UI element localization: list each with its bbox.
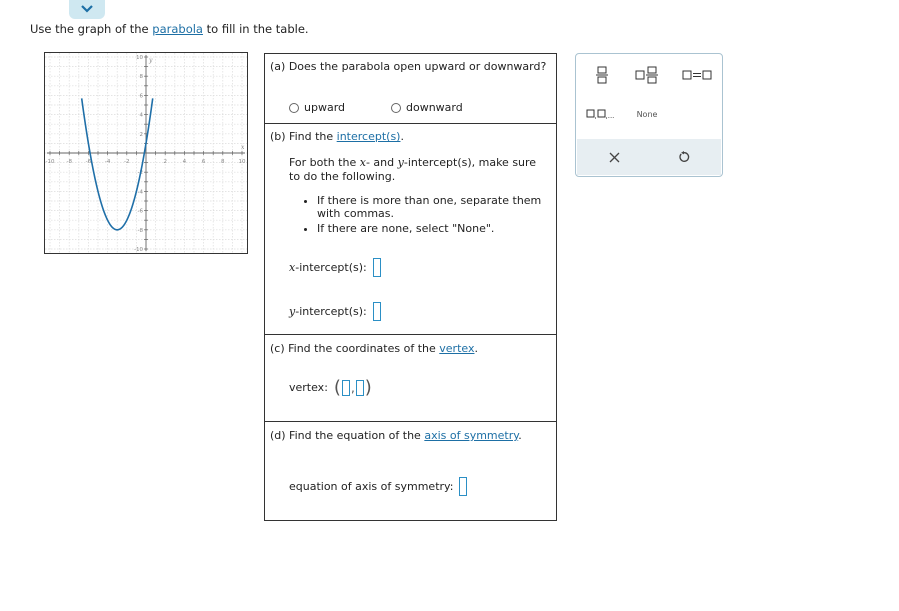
parabola-link[interactable]: parabola [152,22,203,36]
x-tick-label: 4 [183,159,187,165]
axis-input[interactable] [459,477,468,496]
part-c-cell: (c) Find the coordinates of the vertex. … [265,335,556,422]
x-axis-label: x [241,144,245,151]
y-tick-label: -8 [138,228,144,234]
graph-svg: -10 -8 -6 -4 -2 2 4 6 8 10108642-2-4-6-8-10xy [45,53,247,253]
downward-radio[interactable]: downward [391,101,463,114]
part-b-q-before: (b) Find the [270,130,337,143]
downward-label: downward [406,101,463,114]
vertex-input[interactable]: ( , ) [334,377,372,398]
part-b-question: (b) Find the intercept(s). [270,130,404,143]
y-tick-label: 4 [140,113,144,119]
bullet-item: If there is more than one, separate them… [317,194,557,220]
part-d-question: (d) Find the equation of the axis of sym… [270,429,522,442]
x-tick-label: -10 [46,159,55,165]
part-a-question: (a) Does the parabola open upward or dow… [270,60,547,73]
part-b-cell: (b) Find the intercept(s). For both the … [265,124,556,335]
y-tick-label: 8 [140,74,144,80]
svg-text:,: , [595,112,597,119]
prompt-after: to fill in the table. [202,22,309,36]
y-tick-label: 10 [136,55,143,61]
instr-3: -intercept(s), make sure [403,156,537,169]
prompt-text: Use the graph of the parabola to fill in… [30,22,309,36]
svg-text:,...: ,... [606,112,615,119]
y-intercept-text: -intercept(s): [295,305,367,318]
fraction-button[interactable] [590,64,614,86]
comma-icon: , [350,380,355,395]
none-button[interactable]: None [632,106,662,122]
question-table: (a) Does the parabola open upward or dow… [264,53,557,521]
palette-action-bar [577,139,721,175]
instr-1: For both the [289,156,360,169]
x-tick-label: 8 [221,159,225,165]
upward-label: upward [304,101,346,114]
chevron-down-icon [81,5,93,13]
part-b-q-after: . [400,130,404,143]
radio-circle[interactable] [289,102,299,113]
vertex-label: vertex: [289,381,328,394]
y-tick-label: -10 [134,247,143,253]
x-intercept-input[interactable] [372,258,381,277]
close-paren-icon: ) [364,377,372,398]
axis-of-symmetry-link[interactable]: axis of symmetry [424,429,518,442]
ellipsis-list-icon: , ,... [586,109,615,119]
mixed-number-button[interactable] [632,64,662,86]
part-c-question: (c) Find the coordinates of the vertex. [270,342,478,355]
x-tick-label: -4 [105,159,111,165]
clear-icon [609,152,619,162]
x-intercept-row: x-intercept(s): [289,258,381,277]
part-c-q-after: . [474,342,478,355]
list-button[interactable]: , ,... [585,106,617,122]
part-a-cell: (a) Does the parabola open upward or dow… [265,54,556,124]
y-intercept-row: y-intercept(s): [289,302,381,321]
open-paren-icon: ( [333,377,341,398]
vertex-row: vertex: ( , ) [289,377,372,398]
axis-label: equation of axis of symmetry: [289,480,454,493]
mixed-number-icon [635,66,658,84]
instr-line2: to do the following. [289,170,396,183]
equals-button[interactable] [680,66,714,84]
y-intercept-input[interactable] [372,302,381,321]
y-tick-label: 2 [140,132,144,138]
parabola-graph: -10 -8 -6 -4 -2 2 4 6 8 10 10 8 6 4 2 -2 -4 -6 -8 -10 x y [44,52,248,254]
x-tick-label: 2 [163,159,167,165]
collapse-toggle[interactable] [69,0,105,19]
x-intercept-label: x-intercept(s): [289,261,367,274]
x-intercept-text: -intercept(s): [295,261,367,274]
instr-2: - and [365,156,398,169]
x-tick-label: 10 [239,159,246,165]
upward-radio[interactable]: upward [289,101,345,114]
radio-circle[interactable] [391,102,401,113]
x-tick-label: -8 [66,159,72,165]
clear-button[interactable] [603,147,625,167]
part-d-q-after: . [518,429,522,442]
x-tick-label: -2 [124,159,129,165]
axis-row: equation of axis of symmetry: [289,477,468,496]
y-tick-label: -6 [138,209,144,215]
y-tick-label: -4 [138,189,144,195]
bullet-item: If there are none, select "None". [317,222,557,235]
prompt-before: Use the graph of the [30,22,153,36]
y-axis-label: y [148,57,153,64]
y-intercept-label: y-intercept(s): [289,305,367,318]
y-tick-label: 6 [140,93,144,99]
vertex-y-input[interactable] [355,379,364,396]
undo-icon [679,151,690,162]
equals-icon [682,70,712,80]
vertex-x-input[interactable] [341,379,350,396]
part-d-cell: (d) Find the equation of the axis of sym… [265,422,556,520]
part-b-instruction: For both the x- and y-intercept(s), make… [289,156,551,184]
vertex-link[interactable]: vertex [439,342,474,355]
intercepts-link[interactable]: intercept(s) [337,130,401,143]
x-tick-label: 6 [202,159,206,165]
undo-button[interactable] [673,147,695,167]
math-palette: , ,... None [575,53,723,177]
instruction-bullets: If there is more than one, separate them… [305,194,557,237]
part-c-q-before: (c) Find the coordinates of the [270,342,440,355]
fraction-icon [596,66,608,84]
part-d-q-before: (d) Find the equation of the [270,429,425,442]
